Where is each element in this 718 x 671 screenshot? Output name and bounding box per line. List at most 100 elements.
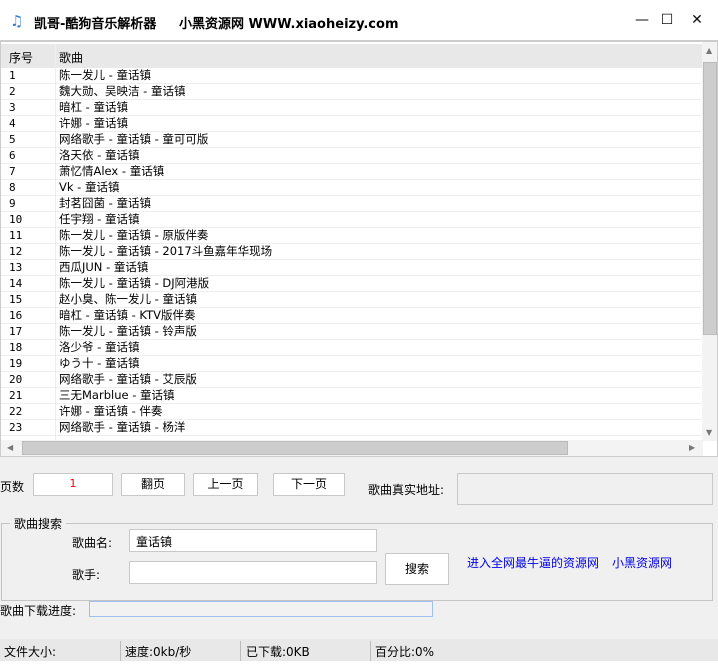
row-song: 赵小臭、陈一发儿 - 童话镇	[59, 292, 197, 306]
row-song: 洛天依 - 童话镇	[59, 148, 140, 162]
row-index: 15	[9, 293, 23, 306]
row-song: 魏大勋、吴映洁 - 童话镇	[59, 84, 186, 98]
real-url-field[interactable]	[457, 473, 713, 505]
row-index: 23	[9, 421, 23, 434]
page-input[interactable]: 1	[33, 473, 113, 496]
speed-status: 速度:0kb/秒	[125, 645, 192, 659]
row-song: 暗杠 - 童话镇 - KTV版伴奏	[59, 308, 196, 322]
row-index: 2	[9, 85, 16, 98]
song-list[interactable]: 序号 歌曲 1 陈一发儿 - 童话镇 2 魏大勋、吴映洁 - 童话镇 3 暗杠 - 童话镇…	[0, 41, 718, 457]
row-index: 17	[9, 325, 23, 338]
resource-site-link[interactable]: 进入全网最牛逼的资源网	[467, 554, 599, 571]
row-index: 20	[9, 373, 23, 386]
row-index: 14	[9, 277, 23, 290]
row-index: 5	[9, 133, 16, 146]
row-song: 陈一发儿 - 童话镇 - DJ阿港版	[59, 276, 210, 290]
row-song: Vk - 童话镇	[59, 180, 120, 194]
horizontal-scroll-thumb[interactable]	[22, 441, 568, 455]
status-divider	[370, 641, 371, 661]
row-index: 12	[9, 245, 23, 258]
row-index: 19	[9, 357, 23, 370]
flip-page-button[interactable]: 翻页	[121, 473, 185, 496]
row-song: 网络歌手 - 童话镇 - 童可可版	[59, 132, 209, 146]
table-row[interactable]: 12 陈一发儿 - 童话镇 - 2017斗鱼嘉年华现场	[1, 244, 703, 260]
row-song: 任宇翔 - 童话镇	[59, 212, 140, 226]
row-index: 8	[9, 181, 16, 194]
row-song: 网络歌手 - 童话镇 - 艾辰版	[59, 372, 197, 386]
column-divider	[55, 44, 56, 440]
row-song: 洛少爷 - 童话镇	[59, 340, 140, 354]
table-row[interactable]: 13 西瓜JUN - 童话镇	[1, 260, 703, 276]
row-song: 许娜 - 童话镇 - 伴奏	[59, 404, 163, 418]
maximize-button[interactable]: ☐	[652, 8, 682, 32]
singer-label: 歌手:	[72, 568, 101, 582]
table-row[interactable]: 10 任宇翔 - 童话镇	[1, 212, 703, 228]
row-song: ゆう十 - 童话镇	[59, 356, 140, 370]
downloaded-status: 已下载:0KB	[246, 645, 310, 659]
scroll-right-icon[interactable]: ▶	[689, 443, 695, 452]
status-divider	[240, 641, 241, 661]
table-row[interactable]: 14 陈一发儿 - 童话镇 - DJ阿港版	[1, 276, 703, 292]
column-header-song[interactable]: 歌曲	[59, 49, 83, 66]
table-row[interactable]: 18 洛少爷 - 童话镇	[1, 340, 703, 356]
row-index: 16	[9, 309, 23, 322]
percent-status: 百分比:0%	[375, 645, 435, 659]
table-row[interactable]: 5 网络歌手 - 童话镇 - 童可可版	[1, 132, 703, 148]
download-progress-bar	[89, 601, 433, 617]
list-rows: 1 陈一发儿 - 童话镇 2 魏大勋、吴映洁 - 童话镇 3 暗杠 - 童话镇 4 许娜 - …	[1, 68, 703, 436]
table-row[interactable]: 6 洛天依 - 童话镇	[1, 148, 703, 164]
table-row[interactable]: 1 陈一发儿 - 童话镇	[1, 68, 703, 84]
next-page-button[interactable]: 下一页	[273, 473, 345, 496]
row-song: 网络歌手 - 童话镇 - 杨洋	[59, 420, 186, 434]
table-row[interactable]: 16 暗杠 - 童话镇 - KTV版伴奏	[1, 308, 703, 324]
row-index: 9	[9, 197, 16, 210]
table-row[interactable]: 15 赵小臭、陈一发儿 - 童话镇	[1, 292, 703, 308]
song-name-input[interactable]: 童话镇	[129, 529, 377, 552]
row-index: 13	[9, 261, 23, 274]
prev-page-button[interactable]: 上一页	[193, 473, 258, 496]
table-row[interactable]: 4 许娜 - 童话镇	[1, 116, 703, 132]
row-index: 21	[9, 389, 23, 402]
row-song: 陈一发儿 - 童话镇 - 铃声版	[59, 324, 197, 338]
search-group-label: 歌曲搜索	[10, 515, 67, 532]
row-song: 暗杠 - 童话镇	[59, 100, 128, 114]
row-song: 陈一发儿 - 童话镇	[59, 68, 151, 82]
window-title: 凯哥-酷狗音乐解析器 小黑资源网 WWW.xiaoheizy.com	[34, 17, 399, 32]
table-row[interactable]: 8 Vk - 童话镇	[1, 180, 703, 196]
list-header: 序号 歌曲	[1, 44, 703, 68]
column-header-index[interactable]: 序号	[9, 49, 33, 66]
close-button[interactable]: ✕	[682, 8, 712, 32]
table-row[interactable]: 22 许娜 - 童话镇 - 伴奏	[1, 404, 703, 420]
table-row[interactable]: 19 ゆう十 - 童话镇	[1, 356, 703, 372]
table-row[interactable]: 21 三无Marblue - 童话镇	[1, 388, 703, 404]
scroll-down-icon[interactable]: ▼	[706, 428, 712, 437]
row-song: 许娜 - 童话镇	[59, 116, 128, 130]
row-index: 3	[9, 101, 16, 114]
row-index: 10	[9, 213, 23, 226]
table-row[interactable]: 11 陈一发儿 - 童话镇 - 原版伴奏	[1, 228, 703, 244]
scroll-left-icon[interactable]: ◀	[7, 443, 13, 452]
title-bar: ♫ 凯哥-酷狗音乐解析器 小黑资源网 WWW.xiaoheizy.com — ☐…	[0, 0, 718, 41]
table-row[interactable]: 23 网络歌手 - 童话镇 - 杨洋	[1, 420, 703, 436]
bottom-strip	[0, 661, 718, 671]
row-index: 11	[9, 229, 23, 242]
music-note-icon: ♫	[10, 12, 24, 30]
row-index: 6	[9, 149, 16, 162]
table-row[interactable]: 3 暗杠 - 童话镇	[1, 100, 703, 116]
table-row[interactable]: 20 网络歌手 - 童话镇 - 艾辰版	[1, 372, 703, 388]
vertical-scroll-thumb[interactable]	[703, 62, 717, 335]
table-row[interactable]: 9 封茗囧菌 - 童话镇	[1, 196, 703, 212]
search-button[interactable]: 搜索	[385, 553, 449, 585]
row-song: 封茗囧菌 - 童话镇	[59, 196, 151, 210]
table-row[interactable]: 2 魏大勋、吴映洁 - 童话镇	[1, 84, 703, 100]
row-song: 三无Marblue - 童话镇	[59, 388, 175, 402]
row-song: 陈一发儿 - 童话镇 - 原版伴奏	[59, 228, 209, 242]
xiaohei-site-link[interactable]: 小黑资源网	[612, 554, 672, 571]
table-row[interactable]: 7 萧忆情Alex - 童话镇	[1, 164, 703, 180]
row-index: 4	[9, 117, 16, 130]
singer-input[interactable]	[129, 561, 377, 584]
table-row[interactable]: 17 陈一发儿 - 童话镇 - 铃声版	[1, 324, 703, 340]
song-name-label: 歌曲名:	[72, 536, 113, 550]
row-index: 18	[9, 341, 23, 354]
scroll-up-icon[interactable]: ▲	[706, 46, 712, 55]
